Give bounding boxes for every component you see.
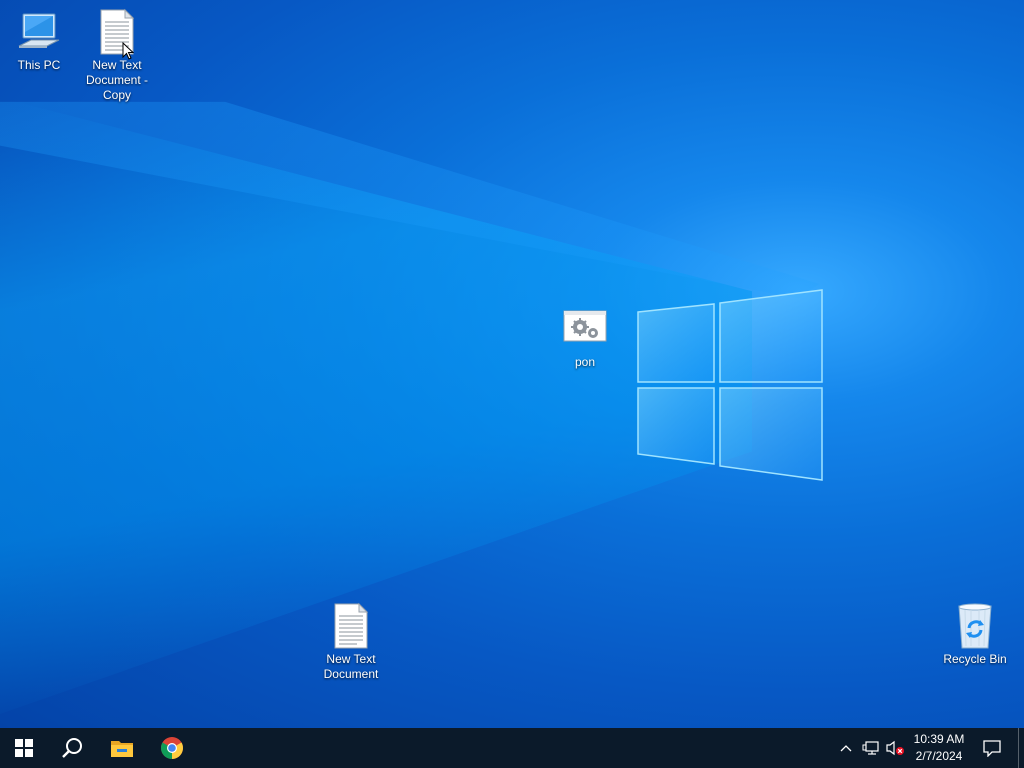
notification-icon bbox=[983, 740, 1001, 757]
mouse-cursor-icon bbox=[122, 42, 134, 60]
windows-logo-icon bbox=[15, 739, 33, 757]
search-button[interactable] bbox=[48, 728, 96, 768]
volume-tray-button[interactable] bbox=[884, 728, 906, 768]
chrome-button[interactable] bbox=[148, 728, 196, 768]
desktop-icon-new-text-document[interactable]: New Text Document bbox=[313, 602, 389, 682]
chrome-icon bbox=[161, 737, 183, 759]
file-explorer-button[interactable] bbox=[98, 728, 146, 768]
batch-file-icon bbox=[563, 310, 607, 342]
network-tray-button[interactable] bbox=[860, 728, 882, 768]
windows-wallpaper-logo bbox=[637, 289, 823, 481]
chevron-up-icon bbox=[840, 745, 852, 752]
show-desktop-button[interactable] bbox=[1018, 728, 1024, 768]
start-button[interactable] bbox=[0, 728, 48, 768]
recycle-bin-icon bbox=[958, 603, 992, 649]
network-icon bbox=[862, 741, 879, 755]
taskbar-clock[interactable]: 10:39 AM 2/7/2024 bbox=[906, 731, 972, 765]
show-hidden-icons-button[interactable] bbox=[836, 728, 856, 768]
clock-time: 10:39 AM bbox=[913, 732, 965, 746]
text-document-icon bbox=[334, 602, 369, 649]
desktop-icon-label: pon bbox=[574, 355, 596, 369]
desktop[interactable]: This PC New Text Document - Copy pon New… bbox=[0, 0, 1024, 728]
desktop-icon-this-pc[interactable]: This PC bbox=[1, 8, 77, 73]
action-center-button[interactable] bbox=[978, 728, 1006, 768]
search-icon bbox=[62, 738, 82, 758]
desktop-icon-label: New Text Document bbox=[323, 652, 379, 681]
clock-date: 2/7/2024 bbox=[915, 749, 963, 763]
desktop-icon-label: Recycle Bin bbox=[943, 652, 1007, 666]
folder-icon bbox=[111, 741, 133, 757]
desktop-icon-label: This PC bbox=[17, 58, 61, 72]
desktop-icon-label: New Text Document - Copy bbox=[85, 58, 149, 102]
desktop-icon-new-text-document-copy[interactable]: New Text Document - Copy bbox=[79, 8, 155, 103]
desktop-icon-recycle-bin[interactable]: Recycle Bin bbox=[937, 602, 1013, 667]
desktop-icon-pon[interactable]: pon bbox=[547, 305, 623, 370]
volume-muted-icon bbox=[886, 740, 904, 756]
wallpaper-light-ray bbox=[0, 101, 820, 299]
this-pc-icon bbox=[18, 13, 60, 48]
